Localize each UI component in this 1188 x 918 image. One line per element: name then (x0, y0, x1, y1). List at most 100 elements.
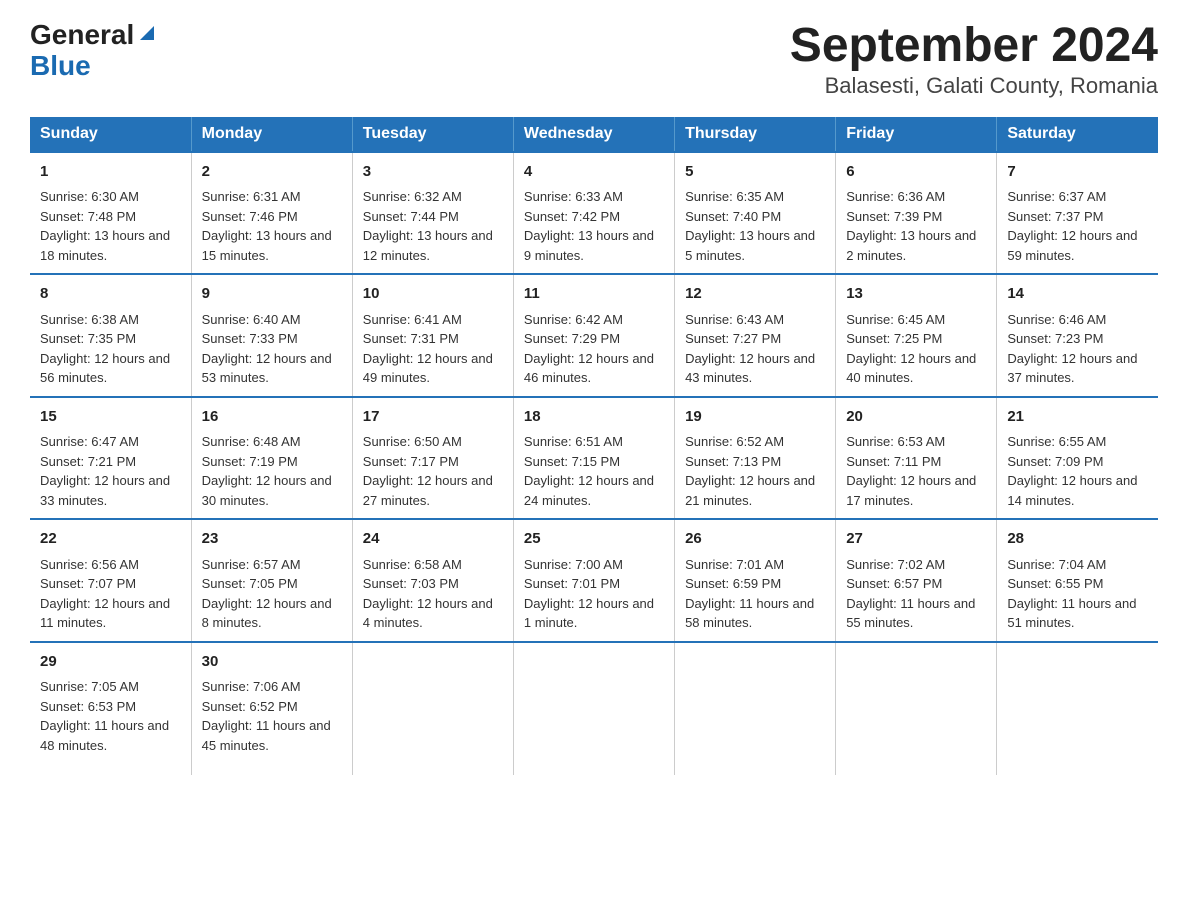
header-tuesday: Tuesday (352, 117, 513, 152)
day-info: Sunrise: 6:53 AM Sunset: 7:11 PM Dayligh… (846, 432, 986, 510)
day-number: 9 (202, 283, 342, 306)
calendar-cell: 27 Sunrise: 7:02 AM Sunset: 6:57 PM Dayli… (836, 519, 997, 642)
calendar-week-row: 22 Sunrise: 6:56 AM Sunset: 7:07 PM Dayli… (30, 519, 1158, 642)
header-sunday: Sunday (30, 117, 191, 152)
calendar-week-row: 15 Sunrise: 6:47 AM Sunset: 7:21 PM Dayli… (30, 397, 1158, 520)
day-number: 27 (846, 528, 986, 551)
day-number: 5 (685, 161, 825, 184)
calendar-title: September 2024 (790, 20, 1158, 73)
calendar-cell: 8 Sunrise: 6:38 AM Sunset: 7:35 PM Daylig… (30, 274, 191, 397)
day-number: 30 (202, 651, 342, 674)
calendar-cell: 6Sunrise: 6:36 AM Sunset: 7:39 PM Daylig… (836, 152, 997, 275)
day-info: Sunrise: 6:58 AM Sunset: 7:03 PM Dayligh… (363, 555, 503, 633)
day-number: 15 (40, 406, 181, 429)
day-info: Sunrise: 7:01 AM Sunset: 6:59 PM Dayligh… (685, 555, 825, 633)
day-info: Sunrise: 7:05 AM Sunset: 6:53 PM Dayligh… (40, 677, 181, 755)
day-number: 14 (1007, 283, 1148, 306)
day-number: 28 (1007, 528, 1148, 551)
title-block: September 2024 Balasesti, Galati County,… (790, 20, 1158, 99)
day-info: Sunrise: 7:04 AM Sunset: 6:55 PM Dayligh… (1007, 555, 1148, 633)
calendar-cell (513, 642, 674, 776)
day-info: Sunrise: 6:42 AM Sunset: 7:29 PM Dayligh… (524, 310, 664, 388)
calendar-cell: 23 Sunrise: 6:57 AM Sunset: 7:05 PM Dayli… (191, 519, 352, 642)
calendar-cell: 22 Sunrise: 6:56 AM Sunset: 7:07 PM Dayli… (30, 519, 191, 642)
day-info: Sunrise: 6:47 AM Sunset: 7:21 PM Dayligh… (40, 432, 181, 510)
day-number: 23 (202, 528, 342, 551)
calendar-cell: 9 Sunrise: 6:40 AM Sunset: 7:33 PM Daylig… (191, 274, 352, 397)
calendar-week-row: 29 Sunrise: 7:05 AM Sunset: 6:53 PM Dayli… (30, 642, 1158, 776)
day-number: 4 (524, 161, 664, 184)
calendar-cell (836, 642, 997, 776)
calendar-cell (352, 642, 513, 776)
day-info: Sunrise: 6:41 AM Sunset: 7:31 PM Dayligh… (363, 310, 503, 388)
calendar-cell: 10 Sunrise: 6:41 AM Sunset: 7:31 PM Dayli… (352, 274, 513, 397)
day-info: Sunrise: 6:36 AM Sunset: 7:39 PM Dayligh… (846, 187, 986, 265)
calendar-cell: 5 Sunrise: 6:35 AM Sunset: 7:40 PM Daylig… (675, 152, 836, 275)
calendar-cell: 7 Sunrise: 6:37 AM Sunset: 7:37 PM Daylig… (997, 152, 1158, 275)
day-number: 29 (40, 651, 181, 674)
day-info: Sunrise: 6:30 AM Sunset: 7:48 PM Dayligh… (40, 187, 181, 265)
logo: General Blue (30, 20, 158, 82)
calendar-subtitle: Balasesti, Galati County, Romania (790, 73, 1158, 99)
day-number: 26 (685, 528, 825, 551)
day-number: 18 (524, 406, 664, 429)
day-info: Sunrise: 6:57 AM Sunset: 7:05 PM Dayligh… (202, 555, 342, 633)
calendar-week-row: 8 Sunrise: 6:38 AM Sunset: 7:35 PM Daylig… (30, 274, 1158, 397)
day-number: 1 (40, 161, 181, 184)
day-info: Sunrise: 6:35 AM Sunset: 7:40 PM Dayligh… (685, 187, 825, 265)
calendar-cell (997, 642, 1158, 776)
day-info: Sunrise: 7:06 AM Sunset: 6:52 PM Dayligh… (202, 677, 342, 755)
calendar-cell: 17 Sunrise: 6:50 AM Sunset: 7:17 PM Dayli… (352, 397, 513, 520)
day-info: Sunrise: 6:40 AM Sunset: 7:33 PM Dayligh… (202, 310, 342, 388)
calendar-cell: 15 Sunrise: 6:47 AM Sunset: 7:21 PM Dayli… (30, 397, 191, 520)
calendar-week-row: 1 Sunrise: 6:30 AM Sunset: 7:48 PM Daylig… (30, 152, 1158, 275)
day-info: Sunrise: 7:02 AM Sunset: 6:57 PM Dayligh… (846, 555, 986, 633)
day-number: 19 (685, 406, 825, 429)
day-info: Sunrise: 6:46 AM Sunset: 7:23 PM Dayligh… (1007, 310, 1148, 388)
day-number: 11 (524, 283, 664, 306)
calendar-cell: 21 Sunrise: 6:55 AM Sunset: 7:09 PM Dayli… (997, 397, 1158, 520)
day-number: 21 (1007, 406, 1148, 429)
day-number: 12 (685, 283, 825, 306)
calendar-cell: 12Sunrise: 6:43 AM Sunset: 7:27 PM Dayli… (675, 274, 836, 397)
calendar-cell: 11 Sunrise: 6:42 AM Sunset: 7:29 PM Dayli… (513, 274, 674, 397)
page-header: General Blue September 2024 Balasesti, G… (30, 20, 1158, 99)
day-number: 25 (524, 528, 664, 551)
day-number: 24 (363, 528, 503, 551)
calendar-cell: 24 Sunrise: 6:58 AM Sunset: 7:03 PM Dayli… (352, 519, 513, 642)
day-info: Sunrise: 6:52 AM Sunset: 7:13 PM Dayligh… (685, 432, 825, 510)
day-info: Sunrise: 6:50 AM Sunset: 7:17 PM Dayligh… (363, 432, 503, 510)
calendar-cell: 19 Sunrise: 6:52 AM Sunset: 7:13 PM Dayli… (675, 397, 836, 520)
day-number: 10 (363, 283, 503, 306)
calendar-cell: 14 Sunrise: 6:46 AM Sunset: 7:23 PM Dayli… (997, 274, 1158, 397)
day-info: Sunrise: 6:32 AM Sunset: 7:44 PM Dayligh… (363, 187, 503, 265)
day-number: 13 (846, 283, 986, 306)
header-friday: Friday (836, 117, 997, 152)
day-number: 7 (1007, 161, 1148, 184)
day-info: Sunrise: 6:55 AM Sunset: 7:09 PM Dayligh… (1007, 432, 1148, 510)
calendar-cell: 1 Sunrise: 6:30 AM Sunset: 7:48 PM Daylig… (30, 152, 191, 275)
header-monday: Monday (191, 117, 352, 152)
day-number: 20 (846, 406, 986, 429)
day-number: 22 (40, 528, 181, 551)
day-info: Sunrise: 6:38 AM Sunset: 7:35 PM Dayligh… (40, 310, 181, 388)
day-info: Sunrise: 6:51 AM Sunset: 7:15 PM Dayligh… (524, 432, 664, 510)
header-wednesday: Wednesday (513, 117, 674, 152)
calendar-cell: 18 Sunrise: 6:51 AM Sunset: 7:15 PM Dayli… (513, 397, 674, 520)
logo-triangle-icon (136, 22, 158, 44)
calendar-cell: 13 Sunrise: 6:45 AM Sunset: 7:25 PM Dayli… (836, 274, 997, 397)
logo-blue-text: Blue (30, 50, 91, 81)
day-info: Sunrise: 7:00 AM Sunset: 7:01 PM Dayligh… (524, 555, 664, 633)
day-info: Sunrise: 6:56 AM Sunset: 7:07 PM Dayligh… (40, 555, 181, 633)
day-info: Sunrise: 6:45 AM Sunset: 7:25 PM Dayligh… (846, 310, 986, 388)
calendar-table: Sunday Monday Tuesday Wednesday Thursday… (30, 117, 1158, 776)
calendar-cell: 20 Sunrise: 6:53 AM Sunset: 7:11 PM Dayli… (836, 397, 997, 520)
day-number: 17 (363, 406, 503, 429)
calendar-header-row: Sunday Monday Tuesday Wednesday Thursday… (30, 117, 1158, 152)
calendar-cell: 26 Sunrise: 7:01 AM Sunset: 6:59 PM Dayli… (675, 519, 836, 642)
day-info: Sunrise: 6:37 AM Sunset: 7:37 PM Dayligh… (1007, 187, 1148, 265)
day-number: 3 (363, 161, 503, 184)
day-info: Sunrise: 6:48 AM Sunset: 7:19 PM Dayligh… (202, 432, 342, 510)
calendar-cell: 3 Sunrise: 6:32 AM Sunset: 7:44 PM Daylig… (352, 152, 513, 275)
day-number: 8 (40, 283, 181, 306)
